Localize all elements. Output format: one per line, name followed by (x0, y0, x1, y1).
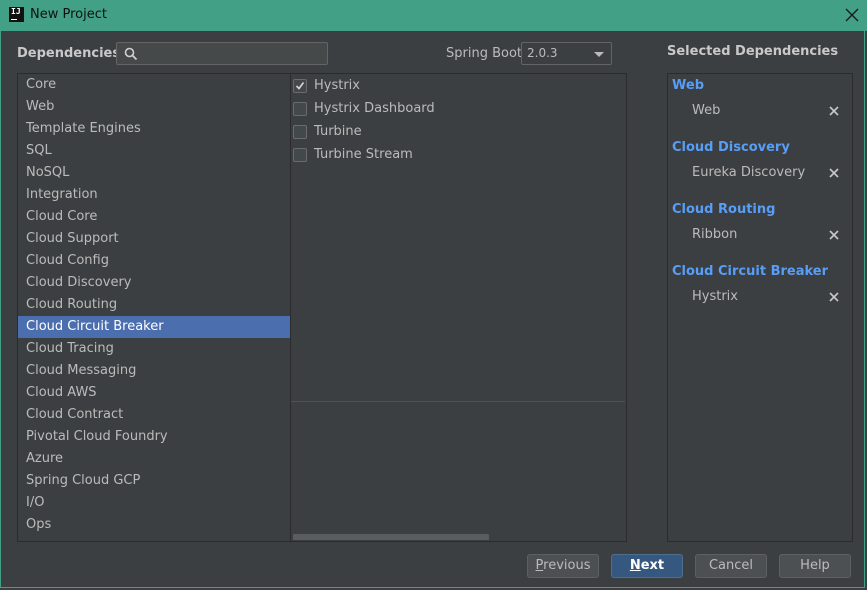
category-list: Core Web Template Engines SQL NoSQL Inte… (17, 73, 291, 542)
category-item-spring-cloud-gcp[interactable]: Spring Cloud GCP (18, 470, 290, 492)
category-item-cloud-contract[interactable]: Cloud Contract (18, 404, 290, 426)
remove-icon[interactable] (828, 105, 840, 117)
window-title: New Project (30, 7, 107, 22)
category-item-cloud-aws[interactable]: Cloud AWS (18, 382, 290, 404)
selected-dependencies-title: Selected Dependencies (667, 44, 839, 59)
category-item-template-engines[interactable]: Template Engines (18, 118, 290, 140)
category-item-core[interactable]: Core (18, 74, 290, 96)
option-label: Turbine (314, 124, 362, 139)
remove-icon[interactable] (828, 291, 840, 303)
option-label: Hystrix (314, 78, 360, 93)
category-item-cloud-messaging[interactable]: Cloud Messaging (18, 360, 290, 382)
next-button[interactable]: Next (611, 554, 683, 578)
checkbox-turbine[interactable] (293, 125, 307, 139)
category-item-nosql[interactable]: NoSQL (18, 162, 290, 184)
spring-boot-version-select[interactable]: 2.0.3 (521, 42, 612, 65)
selected-item-ribbon: Ribbon (692, 227, 738, 242)
category-item-cloud-discovery[interactable]: Cloud Discovery (18, 272, 290, 294)
category-item-cloud-support[interactable]: Cloud Support (18, 228, 290, 250)
group-title-web: Web (672, 78, 704, 93)
category-item-cloud-core[interactable]: Cloud Core (18, 206, 290, 228)
horizontal-scrollbar[interactable] (293, 534, 489, 540)
previous-button[interactable]: Previous (527, 554, 599, 578)
checkbox-hystrix[interactable] (293, 79, 307, 93)
category-item-ops[interactable]: Ops (18, 514, 290, 536)
remove-icon[interactable] (828, 167, 840, 179)
selected-dependencies-panel: Web Web Cloud Discovery Eureka Discovery… (667, 73, 853, 542)
category-item-cloud-circuit-breaker[interactable]: Cloud Circuit Breaker (18, 316, 290, 338)
category-item-cloud-routing[interactable]: Cloud Routing (18, 294, 290, 316)
group-title-cloud-discovery: Cloud Discovery (672, 140, 790, 155)
category-item-azure[interactable]: Azure (18, 448, 290, 470)
category-item-web[interactable]: Web (18, 96, 290, 118)
checkbox-hystrix-dashboard[interactable] (293, 102, 307, 116)
group-title-cloud-routing: Cloud Routing (672, 202, 776, 217)
option-label: Turbine Stream (314, 147, 413, 162)
selected-item-hystrix: Hystrix (692, 289, 738, 304)
title-bar: IJ New Project (0, 0, 867, 31)
category-item-integration[interactable]: Integration (18, 184, 290, 206)
option-label: Hystrix Dashboard (314, 101, 435, 116)
group-title-cloud-circuit-breaker: Cloud Circuit Breaker (672, 264, 829, 279)
search-icon (124, 47, 138, 61)
help-button[interactable]: Help (779, 554, 851, 578)
close-icon[interactable] (843, 6, 861, 24)
category-item-pivotal-cloud-foundry[interactable]: Pivotal Cloud Foundry (18, 426, 290, 448)
intellij-logo-icon: IJ (9, 7, 24, 22)
category-item-io[interactable]: I/O (18, 492, 290, 514)
description-divider[interactable] (291, 401, 625, 402)
dependency-options-panel: Hystrix Hystrix Dashboard Turbine Turbin… (291, 73, 627, 542)
category-item-cloud-tracing[interactable]: Cloud Tracing (18, 338, 290, 360)
spring-boot-version-value: 2.0.3 (527, 46, 558, 60)
spring-boot-label: Spring Boot (446, 46, 523, 61)
category-item-sql[interactable]: SQL (18, 140, 290, 162)
cancel-button[interactable]: Cancel (695, 554, 767, 578)
selected-item-eureka-discovery: Eureka Discovery (692, 165, 806, 180)
search-field[interactable] (116, 42, 328, 65)
checkmark-icon (295, 82, 305, 90)
selected-item-web: Web (692, 103, 721, 118)
checkbox-turbine-stream[interactable] (293, 148, 307, 162)
dependencies-label: Dependencies (17, 46, 121, 61)
category-item-cloud-config[interactable]: Cloud Config (18, 250, 290, 272)
remove-icon[interactable] (828, 229, 840, 241)
chevron-down-icon (594, 52, 604, 57)
search-input[interactable] (143, 45, 327, 64)
